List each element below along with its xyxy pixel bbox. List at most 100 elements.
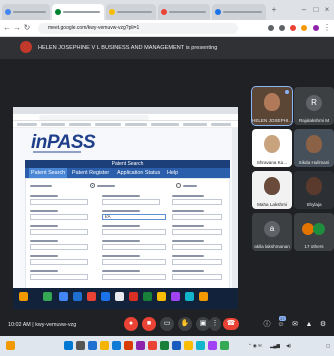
screen: + – □ × ← → ↻ meet.google.com/kwy-vemuvw… [0,0,334,356]
browser-tab-4[interactable] [158,4,210,20]
more-options-button[interactable]: ⋮ [209,317,221,331]
participant-tile[interactable]: Shravana Ku... [252,129,292,167]
form-input[interactable] [102,274,166,280]
presenting-text: HELEN JOSEPHINE V L BUSINESS AND MANAGEM… [38,45,218,51]
info-icon[interactable]: ⓘ [262,320,272,330]
participant-tile[interactable]: Shylaja [294,171,334,209]
notification-icon[interactable]: ▢ [326,343,330,348]
participants-badge: 27 [279,316,286,321]
menu-patent-search[interactable]: Patent Search [29,168,68,178]
file-explorer-icon[interactable] [6,341,15,350]
meeting-time-code: 10:02 AM | kwy-vemuvw-vzg [8,322,77,328]
browser-tab-strip: + – □ × [0,0,334,20]
extension-icon[interactable] [290,25,296,31]
app-icon[interactable] [136,341,145,350]
menu-application-status[interactable]: Application Status [115,168,162,178]
edge-icon[interactable] [112,341,121,350]
more-icon[interactable]: ⋮ [323,24,331,32]
chrome-icon[interactable] [148,341,157,350]
word-icon[interactable] [172,341,181,350]
form-select[interactable] [30,244,88,250]
browser-tab-3[interactable] [106,4,156,20]
volume-icon[interactable]: ◀) [286,343,291,348]
participant-photo [264,93,280,111]
participant-tile[interactable]: Sikda Hullmani [294,129,334,167]
form-select[interactable] [172,259,222,265]
participant-photo [306,177,322,195]
others-count: 17 others [304,244,324,249]
app-icon[interactable] [208,341,217,350]
present-button[interactable]: ▣ [196,317,210,331]
reload-icon[interactable]: ↻ [23,24,31,32]
participant-name: Maha Lakshmi [257,202,287,207]
excel-icon[interactable] [160,341,169,350]
form-input[interactable] [102,199,160,205]
meet-window: HELEN JOSEPHINE V L BUSINESS AND MANAGEM… [0,37,334,338]
participant-name: Rajalakshmi M [298,118,330,123]
participant-tile[interactable]: Maha Lakshmi [252,171,292,209]
form-input[interactable] [102,259,166,265]
app-icon[interactable] [220,341,229,350]
presenting-banner: HELEN JOSEPHINE V L BUSINESS AND MANAGEM… [0,37,334,59]
form-select[interactable] [30,274,88,280]
browser-tab-1[interactable] [2,4,50,20]
forward-icon[interactable]: → [13,24,21,32]
extension-icon[interactable] [279,25,285,31]
form-select[interactable] [172,244,222,250]
captions-button[interactable]: ▭ [160,317,174,331]
search-icon[interactable] [76,341,85,350]
network-icon[interactable]: ▂▄▆ [270,343,280,348]
browser-tab-5[interactable] [212,4,266,20]
others-tile[interactable]: 17 others [294,213,334,251]
form-select[interactable] [30,259,88,265]
end-call-button[interactable]: ☎ [223,318,239,330]
folder-icon[interactable] [100,341,109,350]
people-icon[interactable]: ☺ [276,320,286,330]
shared-scrollbar [232,128,238,288]
radio-option-2[interactable] [176,183,181,188]
profile-avatar[interactable] [313,25,319,31]
participant-tile[interactable]: HELEN JOSEPHI... [251,86,293,126]
tray-icons[interactable]: ⌃ ◉ ✉ [248,343,262,348]
back-icon[interactable]: ← [3,24,11,32]
participant-tile[interactable]: R Rajalakshmi M [294,87,334,125]
start-icon[interactable] [64,341,73,350]
form-select[interactable] [172,199,222,205]
browser-tab-meet[interactable] [52,4,104,20]
form-select[interactable] [30,229,88,235]
host-controls-icon[interactable]: ⚙ [318,320,328,330]
task-view-icon[interactable] [88,341,97,350]
form-select[interactable] [30,214,88,220]
participant-avatar: a [264,221,280,237]
maximize-icon[interactable]: □ [312,6,320,14]
form-input[interactable] [102,229,166,235]
new-tab-icon[interactable]: + [270,6,278,14]
search-value-input[interactable]: I/A [102,214,166,220]
form-select[interactable] [172,229,222,235]
app-icon[interactable] [184,341,193,350]
address-url: meet.google.com/kwy-vemuvw-vzg?pli=1 [48,25,140,31]
extension-icon[interactable] [301,25,307,31]
chat-icon[interactable]: ✉ [290,320,300,330]
presenter-avatar [20,41,32,53]
form-select[interactable] [172,274,222,280]
shared-browser-tabs [13,107,238,114]
form-select[interactable] [172,214,222,220]
participant-tile[interactable]: a akila lakshmanan [252,213,292,251]
close-window-icon[interactable]: × [323,6,331,14]
radio-option-1[interactable] [90,183,95,188]
office-icon[interactable] [124,341,133,350]
form-input[interactable] [102,244,166,250]
mic-off-button[interactable]: ● [124,317,138,331]
address-bar[interactable]: meet.google.com/kwy-vemuvw-vzg?pli=1 [38,23,238,34]
menu-help[interactable]: Help [165,168,180,178]
form-select[interactable] [30,199,88,205]
raise-hand-button[interactable]: ✋ [178,317,192,331]
extension-icon[interactable] [268,25,274,31]
activities-icon[interactable]: ▲ [304,320,314,330]
camera-off-button[interactable]: ■ [142,317,156,331]
app-icon[interactable] [196,341,205,350]
minimize-icon[interactable]: – [300,6,308,14]
speaking-indicator-icon [285,90,289,94]
menu-patent-register[interactable]: Patent Register [70,168,111,178]
